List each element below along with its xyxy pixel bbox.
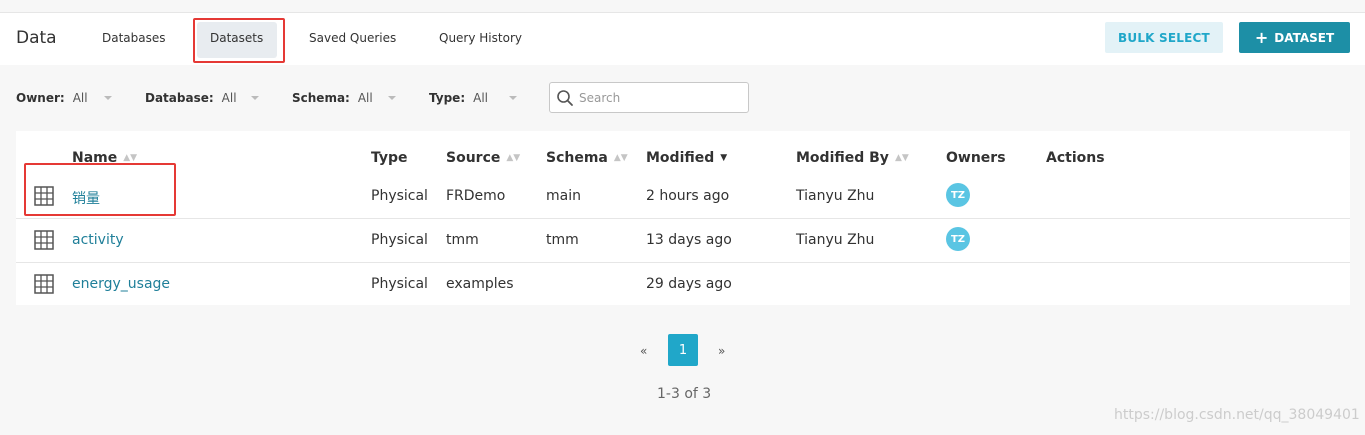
column-header-label: Owners [946,150,1006,166]
highlight-box-row [24,163,176,216]
column-header-label: Modified [646,150,715,166]
sort-desc-icon[interactable]: ▼ [720,153,727,163]
top-bar: Data Databases Datasets Saved Queries Qu… [0,12,1365,65]
dataset-modified-by: Tianyu Zhu [796,188,875,204]
datasets-table: Name ▲▼ Type Source ▲▼ Schema ▲▼ Modified ▼ … [16,131,1350,305]
sort-icon[interactable]: ▲▼ [123,153,137,163]
owner-filter-label: Owner: [16,91,65,105]
type-filter-label: Type: [429,91,466,105]
dataset-schema: main [546,188,581,204]
dataset-modified: 2 hours ago [646,188,730,204]
column-header-label: Source [446,150,501,166]
database-filter[interactable]: Database: All [145,91,237,105]
dataset-source: FRDemo [446,188,506,204]
chevron-down-icon[interactable] [509,96,517,100]
schema-filter-label: Schema: [292,91,350,105]
type-filter-value: All [473,91,489,105]
table-grid-icon [34,230,54,250]
database-filter-label: Database: [145,91,214,105]
tab-saved-queries[interactable]: Saved Queries [309,31,396,45]
tab-query-history[interactable]: Query History [439,31,522,45]
sort-icon[interactable]: ▲▼ [895,153,909,163]
column-header-label: Actions [1046,150,1105,166]
column-header-schema[interactable]: Schema ▲▼ [546,150,628,166]
column-header-label: Schema [546,150,608,166]
sort-icon[interactable]: ▲▼ [614,153,628,163]
dataset-modified-by: Tianyu Zhu [796,232,875,248]
chevron-down-icon[interactable] [251,96,259,100]
dataset-source: tmm [446,232,479,248]
plus-icon: + [1254,27,1269,47]
column-header-modified-by[interactable]: Modified By ▲▼ [796,150,909,166]
search-placeholder: Search [579,91,621,105]
page-title: Data [16,28,57,48]
dataset-modified: 13 days ago [646,232,732,248]
search-input[interactable]: Search [549,82,749,113]
owner-avatar[interactable]: TZ [946,227,970,251]
dataset-name-link[interactable]: energy_usage [72,276,170,292]
database-filter-value: All [221,91,237,105]
dataset-type: Physical [371,232,428,248]
column-header-modified[interactable]: Modified ▼ [646,150,727,166]
highlight-box-tab [193,18,285,63]
table-grid-icon [34,274,54,294]
schema-filter[interactable]: Schema: All [292,91,373,105]
tab-databases[interactable]: Databases [102,31,166,45]
chevron-down-icon[interactable] [388,96,396,100]
table-row[interactable]: energy_usage Physical examples 29 days a… [16,262,1350,306]
owner-avatar[interactable]: TZ [946,183,970,207]
watermark: https://blog.csdn.net/qq_38049401 [1114,407,1360,423]
owner-filter[interactable]: Owner: All [16,91,88,105]
table-row[interactable]: 销量 Physical FRDemo main 2 hours ago Tian… [16,174,1350,218]
column-header-actions: Actions [1046,150,1105,166]
sort-icon[interactable]: ▲▼ [506,153,520,163]
dataset-type: Physical [371,188,428,204]
dataset-modified: 29 days ago [646,276,732,292]
chevron-down-icon[interactable] [104,96,112,100]
column-header-source[interactable]: Source ▲▼ [446,150,520,166]
pagination-page-1[interactable]: 1 [668,334,698,366]
column-header-label: Type [371,150,408,166]
dataset-type: Physical [371,276,428,292]
pagination-next-button[interactable]: » [718,344,725,358]
column-header-type: Type [371,150,408,166]
column-header-owners: Owners [946,150,1006,166]
bulk-select-button[interactable]: BULK SELECT [1105,22,1223,53]
pagination-summary: 1-3 of 3 [657,386,712,402]
type-filter[interactable]: Type: All [429,91,488,105]
owner-filter-value: All [72,91,88,105]
add-dataset-button[interactable]: + DATASET [1239,22,1350,53]
search-icon [557,90,573,106]
table-row[interactable]: activity Physical tmm tmm 13 days ago Ti… [16,218,1350,262]
dataset-schema: tmm [546,232,579,248]
column-header-label: Modified By [796,150,889,166]
pagination-prev-button[interactable]: « [640,344,647,358]
dataset-source: examples [446,276,514,292]
dataset-name-link[interactable]: activity [72,232,124,248]
schema-filter-value: All [357,91,373,105]
add-dataset-label: DATASET [1274,30,1335,45]
